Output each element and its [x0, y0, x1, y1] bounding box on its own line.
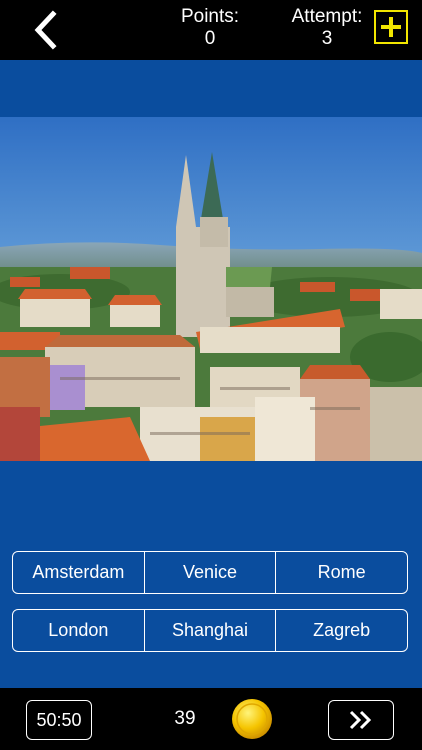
add-attempt-button[interactable] — [374, 10, 408, 44]
answer-row-2: London Shanghai Zagreb — [12, 609, 408, 652]
top-bar: Points: 0 Attempt: 3 — [0, 0, 422, 60]
answer-button[interactable]: Venice — [143, 552, 276, 593]
back-button[interactable] — [28, 8, 64, 52]
points-label: Points: — [180, 6, 240, 27]
attempt-value: 3 — [321, 28, 333, 49]
chevron-left-icon — [34, 10, 57, 50]
coin-count: 39 — [174, 708, 196, 729]
city-photo — [0, 117, 422, 461]
answer-button[interactable]: Amsterdam — [13, 552, 144, 593]
bottom-bar: 50:50 39 — [0, 688, 422, 750]
next-question-button[interactable] — [328, 700, 394, 740]
points-stat: Points: 0 — [170, 6, 250, 50]
city-photo-illustration — [0, 117, 422, 461]
points-value: 0 — [204, 28, 216, 49]
plus-icon — [381, 17, 401, 37]
answer-button[interactable]: Zagreb — [275, 610, 407, 651]
attempt-stat: Attempt: 3 — [282, 6, 372, 50]
gold-coin-icon[interactable] — [231, 698, 273, 740]
double-chevron-right-icon — [349, 710, 372, 730]
answer-button[interactable]: London — [13, 610, 144, 651]
answer-button[interactable]: Shanghai — [143, 610, 276, 651]
attempt-label: Attempt: — [291, 6, 363, 27]
fifty-fifty-button[interactable]: 50:50 — [26, 700, 92, 740]
answer-button[interactable]: Rome — [275, 552, 407, 593]
answer-row-1: Amsterdam Venice Rome — [12, 551, 408, 594]
